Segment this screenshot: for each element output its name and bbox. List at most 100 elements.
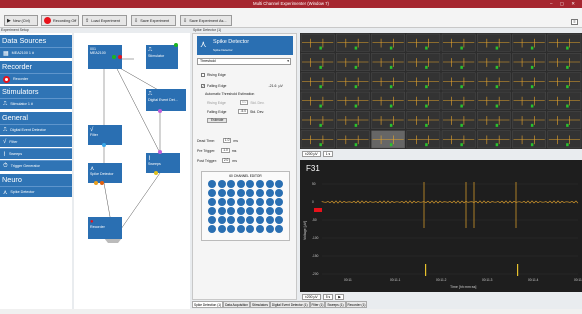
node-filter[interactable]: √ Filter	[88, 125, 122, 145]
sidebar-item-spike[interactable]: ⋏ Spike Detector	[0, 186, 72, 197]
channel-button[interactable]	[236, 225, 245, 233]
channel-button[interactable]	[217, 207, 226, 215]
channel-button[interactable]	[265, 216, 274, 224]
channel-button[interactable]	[265, 189, 274, 197]
node-stimulator[interactable]: ⎍ Stimulator	[146, 45, 178, 69]
menu-icon[interactable]: ≡	[571, 19, 578, 25]
channel-button[interactable]	[208, 180, 216, 188]
tab[interactable]: Digital Event Detector (1)	[269, 301, 310, 308]
sidebar-item-sweeps[interactable]: ⌇ Sweeps	[0, 148, 72, 159]
channel-button[interactable]	[217, 225, 226, 233]
channel-button[interactable]	[208, 198, 216, 206]
channel-button[interactable]	[275, 207, 284, 215]
channel-button[interactable]	[227, 189, 236, 197]
pre-trigger-input[interactable]: 1.0	[221, 148, 230, 153]
dead-time-input[interactable]: 1.0	[222, 138, 232, 143]
tab[interactable]: Recorder (1)	[345, 301, 368, 308]
channel-button[interactable]	[265, 198, 274, 206]
channel-button[interactable]	[255, 216, 264, 224]
falling-edge-row[interactable]: ✓ Falling Edge -21.6 µV	[201, 84, 283, 88]
spike-icon: ⋏	[90, 166, 95, 172]
sidebar-item-mea[interactable]: ▦ MEA2100 1 #	[0, 47, 72, 58]
mode-select[interactable]: Threshold ▾	[197, 58, 291, 65]
tab[interactable]: Stimulators	[249, 301, 270, 308]
save-as-button[interactable]: ⇩ Save Experiment As...	[180, 15, 232, 26]
channel-button[interactable]	[217, 216, 226, 224]
new-button[interactable]: ▶ New (Ctrl)	[4, 15, 38, 26]
sidebar-item-trigger[interactable]: ⏱ Trigger Generator	[0, 160, 72, 171]
node-mea[interactable]: 001 MEA2100	[88, 45, 122, 69]
channel-button[interactable]	[236, 198, 245, 206]
tab[interactable]: Sweeps (1)	[325, 301, 346, 308]
tab[interactable]: Filter (1)	[309, 301, 326, 308]
channel-button[interactable]	[227, 198, 236, 206]
channel-button[interactable]	[217, 189, 226, 197]
channel-button[interactable]	[246, 207, 255, 215]
channel-button[interactable]	[227, 207, 236, 215]
channel-button[interactable]	[217, 180, 226, 188]
rising-edge-checkbox[interactable]	[201, 73, 205, 77]
sidebar-item-recorder[interactable]: Recorder	[0, 73, 72, 84]
time-select[interactable]: 1 s	[322, 151, 334, 157]
channel-button[interactable]	[265, 207, 274, 215]
window-controls[interactable]: – ▢ ✕	[550, 1, 578, 7]
channel-button[interactable]	[255, 207, 264, 215]
channel-button[interactable]	[275, 198, 284, 206]
auto-falling-input[interactable]: -5.0	[238, 109, 248, 114]
node-spike-detector[interactable]: ⋏ Spike Detector	[88, 163, 122, 183]
section-general: General	[0, 112, 72, 124]
channel-button[interactable]	[275, 180, 284, 188]
channel-button[interactable]	[246, 189, 255, 197]
channel-button[interactable]	[246, 198, 255, 206]
channel-button[interactable]	[236, 216, 245, 224]
sidebar-item-stimulator[interactable]: ⎍ Stimulator 1 #	[0, 98, 72, 109]
channel-button[interactable]	[236, 207, 245, 215]
recording-button[interactable]: Recording Off	[41, 15, 79, 26]
channel-button[interactable]	[255, 180, 264, 188]
y-tick-label: -50	[312, 218, 317, 222]
filter-icon: √	[3, 139, 7, 145]
save-button[interactable]: ⇩ Save Experiment	[131, 15, 176, 26]
channel-button[interactable]	[255, 189, 264, 197]
node-digital-event[interactable]: ⎍ Digital Event Det...	[146, 89, 186, 111]
time-select[interactable]: 5 s	[322, 294, 334, 300]
channel-button[interactable]	[208, 189, 216, 197]
auto-rising-input[interactable]: 5.0	[239, 100, 249, 105]
scope-plot: F31 Voltage [µV] Time [hh:mm:ss] 50 0 -50 -…	[300, 160, 582, 292]
channel-button[interactable]	[246, 225, 255, 233]
post-trigger-row: Post Trigger: 2.0 ms	[197, 158, 237, 163]
channel-button[interactable]	[246, 180, 255, 188]
channel-button[interactable]	[265, 180, 274, 188]
tab[interactable]: Data Acquisition	[223, 301, 250, 308]
channel-button[interactable]	[208, 207, 216, 215]
channel-button[interactable]	[265, 225, 274, 233]
channel-button[interactable]	[236, 180, 245, 188]
channel-button[interactable]	[275, 216, 284, 224]
tab[interactable]: Spike Detection (1)	[192, 301, 224, 308]
node-sweeps[interactable]: ⌇ Sweeps	[146, 153, 180, 173]
channel-button[interactable]	[236, 189, 245, 197]
sidebar-item-digital-event[interactable]: ⎍ Digital Event Detector	[0, 124, 72, 135]
sidebar-item-filter[interactable]: √ Filter	[0, 136, 72, 147]
channel-button[interactable]	[255, 225, 264, 233]
rising-edge-row[interactable]: Rising Edge	[201, 73, 226, 77]
channel-label: F31	[306, 164, 320, 173]
channel-button[interactable]	[227, 216, 236, 224]
channel-button[interactable]	[217, 198, 226, 206]
channel-button[interactable]	[208, 216, 216, 224]
play-button[interactable]: ▶	[335, 294, 344, 300]
channel-button[interactable]	[227, 180, 236, 188]
falling-edge-checkbox[interactable]: ✓	[201, 84, 205, 88]
range-select[interactable]: ±200 µV	[302, 151, 321, 157]
channel-button[interactable]	[208, 225, 216, 233]
load-button[interactable]: ⇪ Load Experiment	[82, 15, 127, 26]
node-recorder[interactable]: ● Recorder	[88, 217, 122, 239]
estimate-button[interactable]: Estimate	[207, 118, 228, 123]
post-trigger-input[interactable]: 2.0	[221, 158, 231, 163]
channel-button[interactable]	[255, 198, 264, 206]
range-select[interactable]: ±200 µV	[302, 294, 321, 300]
channel-button[interactable]	[227, 225, 236, 233]
channel-button[interactable]	[246, 216, 255, 224]
channel-button[interactable]	[275, 225, 284, 233]
channel-button[interactable]	[275, 189, 284, 197]
